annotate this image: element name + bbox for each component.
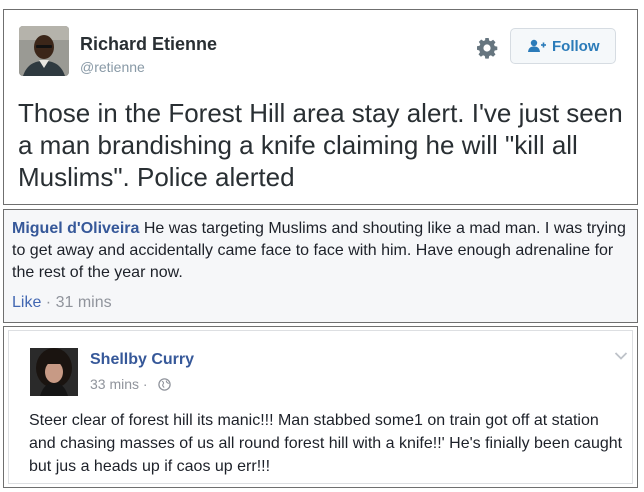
avatar[interactable] — [19, 26, 69, 76]
follow-button[interactable]: Follow — [510, 28, 616, 64]
profile-photo — [19, 26, 69, 76]
comment-author-name[interactable]: Miguel d'Oliveira — [12, 220, 139, 237]
avatar[interactable] — [30, 348, 78, 396]
post-inner: Shellby Curry 33 mins · Steer clear of f… — [8, 330, 633, 484]
meta-separator: · — [139, 376, 148, 392]
like-link[interactable]: Like — [12, 294, 41, 311]
post-time[interactable]: 33 mins — [90, 376, 139, 392]
meta-separator: · — [41, 294, 56, 311]
comment-body: Miguel d'Oliveira He was targeting Musli… — [12, 218, 628, 284]
chevron-down-icon[interactable] — [614, 348, 628, 360]
add-user-icon — [528, 39, 546, 52]
comment-meta: Like · 31 mins — [12, 294, 112, 312]
post-author-name[interactable]: Shellby Curry — [90, 351, 194, 369]
gear-icon[interactable] — [475, 36, 499, 60]
post-meta: 33 mins · — [90, 376, 148, 392]
comment-card: Miguel d'Oliveira He was targeting Musli… — [3, 209, 638, 323]
post-text: Steer clear of forest hill its manic!!! … — [29, 412, 623, 475]
comment-time[interactable]: 31 mins — [56, 294, 112, 311]
tweet-text: Those in the Forest Hill area stay alert… — [18, 98, 623, 192]
follow-label: Follow — [552, 38, 600, 55]
post-card: Shellby Curry 33 mins · Steer clear of f… — [3, 326, 638, 488]
profile-photo — [30, 348, 78, 396]
author-name[interactable]: Richard Etienne — [80, 34, 217, 55]
author-handle[interactable]: @retienne — [80, 59, 145, 75]
tweet-card: Richard Etienne @retienne Follow Those i… — [3, 9, 638, 205]
globe-icon[interactable] — [158, 378, 171, 391]
